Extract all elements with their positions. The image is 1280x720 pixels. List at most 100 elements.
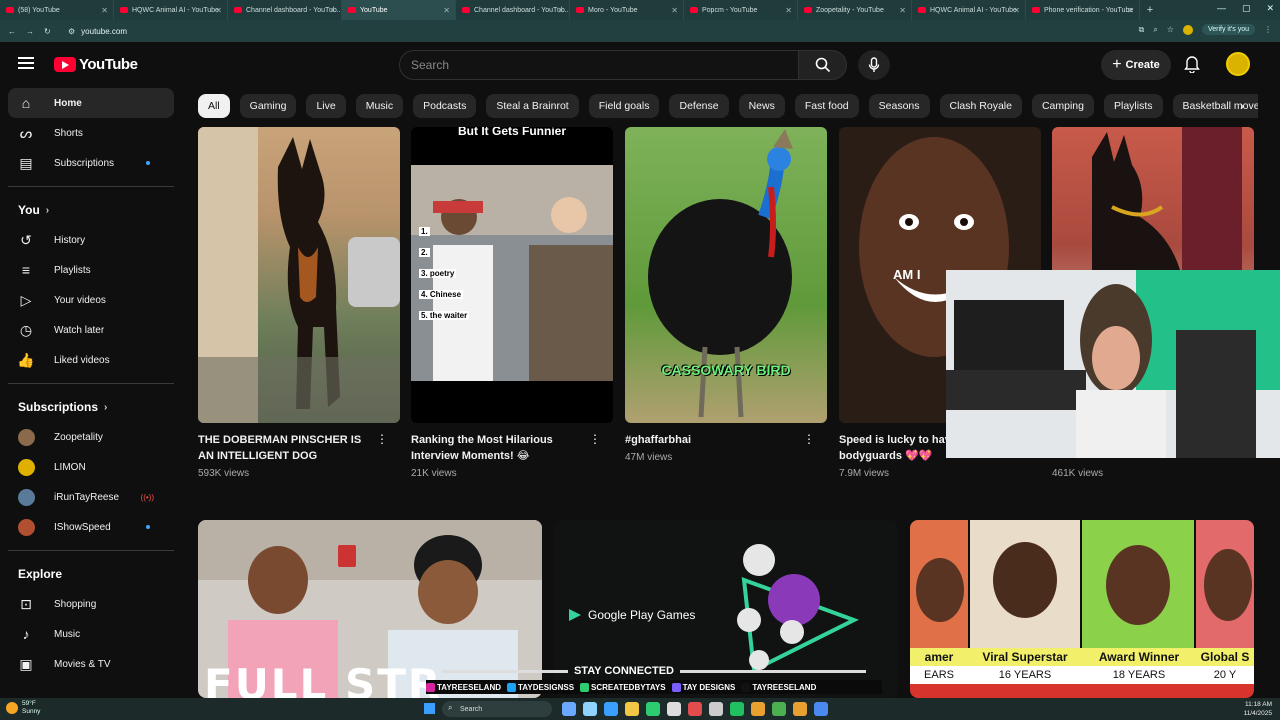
taskbar-app-icon[interactable] xyxy=(793,702,807,716)
zoom-icon[interactable]: ⌕ xyxy=(1153,25,1157,35)
filter-chip[interactable]: Steal a Brainrot xyxy=(486,94,579,118)
video-thumbnail[interactable]: CASSOWARY BIRD xyxy=(625,127,827,423)
video-card[interactable]: But It Gets Funnier 1. 2. 3. poetry 4. Chin… xyxy=(411,127,613,479)
filter-chip[interactable]: Fast food xyxy=(794,94,859,118)
video-title[interactable]: Ranking the Most Hilarious Interview Mom… xyxy=(411,432,591,464)
browser-tab[interactable]: Moro - YouTube ✕ xyxy=(570,0,684,20)
browser-menu-icon[interactable]: ⋮ xyxy=(1264,25,1272,34)
browser-tab[interactable]: HQWC Animal AI - YouTube ✕ xyxy=(114,0,228,20)
account-avatar[interactable] xyxy=(1226,52,1250,76)
sidebar-item-limon[interactable]: LIMON xyxy=(8,452,174,482)
taskbar-app-icon[interactable] xyxy=(751,702,765,716)
sidebar-item-liked-videos[interactable]: 👍 Liked videos xyxy=(8,345,174,375)
forward-icon[interactable]: → xyxy=(26,27,34,36)
filter-chip[interactable]: Field goals xyxy=(588,94,660,118)
taskbar-app-icon[interactable] xyxy=(730,702,744,716)
taskbar-app-icon[interactable] xyxy=(604,702,618,716)
video-card[interactable]: CASSOWARY BIRD #ghaffarbhai 47M views ⋮ xyxy=(625,127,827,463)
sidebar-item-subscriptions[interactable]: ▤ Subscriptions xyxy=(8,148,174,178)
browser-tab[interactable]: (58) YouTube ✕ xyxy=(0,0,114,20)
notifications-button[interactable] xyxy=(1184,55,1200,78)
filter-chip[interactable]: Playlists xyxy=(1104,94,1163,118)
video-title[interactable]: THE DOBERMAN PINSCHER IS AN INTELLIGENT … xyxy=(198,432,378,464)
video-title[interactable]: #ghaffarbhai xyxy=(625,432,805,448)
filter-chip[interactable]: All xyxy=(198,94,230,118)
browser-tab[interactable]: HQWC Animal AI - YouTube ✕ xyxy=(912,0,1026,20)
filter-chip[interactable]: Gaming xyxy=(239,94,297,118)
filter-chip[interactable]: Podcasts xyxy=(413,94,477,118)
sidebar-item-home[interactable]: ⌂ Home xyxy=(8,88,174,118)
close-window-icon[interactable]: ✕ xyxy=(1266,3,1274,14)
taskbar-app-icon[interactable] xyxy=(583,702,597,716)
system-clock[interactable]: 11:18 AM 11/4/2025 xyxy=(1244,700,1272,718)
video-thumbnail[interactable]: But It Gets Funnier 1. 2. 3. poetry 4. Chin… xyxy=(411,127,613,423)
taskbar-app-icon[interactable] xyxy=(625,702,639,716)
sidebar-item-history[interactable]: ↺ History xyxy=(8,225,174,255)
chip-next-arrow-icon[interactable]: › xyxy=(1240,99,1244,113)
taskbar-app-icon[interactable] xyxy=(772,702,786,716)
filter-chip[interactable]: News xyxy=(738,94,785,118)
new-tab-icon[interactable]: + xyxy=(1140,4,1160,16)
more-options-icon[interactable]: ⋮ xyxy=(376,433,388,445)
more-options-icon[interactable]: ⋮ xyxy=(589,433,601,445)
browser-tab[interactable]: YouTube ✕ xyxy=(342,0,456,20)
weather-widget[interactable]: 59°F Sunny xyxy=(6,700,40,716)
sidebar-item-your-videos[interactable]: ▷ Your videos xyxy=(8,285,174,315)
filter-chip[interactable]: Seasons xyxy=(868,94,930,118)
taskbar-app-icon[interactable] xyxy=(562,702,576,716)
profile-icon[interactable] xyxy=(1182,24,1193,35)
close-tab-icon[interactable]: ✕ xyxy=(1013,6,1020,15)
search-button[interactable] xyxy=(799,50,847,80)
url-field[interactable]: youtube.com xyxy=(81,27,127,36)
close-tab-icon[interactable]: ✕ xyxy=(557,6,564,15)
filter-chip[interactable]: Camping xyxy=(1031,94,1094,118)
close-tab-icon[interactable]: ✕ xyxy=(671,6,678,15)
video-thumbnail[interactable]: amer Viral Superstar Award Winner Global S … xyxy=(910,520,1254,698)
filter-chip[interactable]: Basketball moves xyxy=(1172,94,1258,118)
close-tab-icon[interactable]: ✕ xyxy=(443,6,450,15)
filter-chip[interactable]: Defense xyxy=(669,94,729,118)
more-options-icon[interactable]: ⋮ xyxy=(803,433,815,445)
taskbar-app-icon[interactable] xyxy=(667,702,681,716)
sidebar-item-zoopetality[interactable]: Zoopetality xyxy=(8,422,174,452)
bookmark-star-icon[interactable]: ☆ xyxy=(1167,25,1174,34)
taskbar-app-icon[interactable] xyxy=(646,702,660,716)
voice-search-button[interactable] xyxy=(858,50,890,80)
windows-start-icon[interactable] xyxy=(424,703,435,714)
browser-tab[interactable]: Channel dashboard - YouTub... ✕ xyxy=(228,0,342,20)
video-card[interactable]: THE DOBERMAN PINSCHER IS AN INTELLIGENT … xyxy=(198,127,400,479)
filter-chip[interactable]: Clash Royale xyxy=(939,94,1022,118)
sidebar-item-music[interactable]: ♪ Music xyxy=(8,619,174,649)
verify-button[interactable]: Verify it's you xyxy=(1201,24,1255,35)
back-icon[interactable]: ← xyxy=(8,27,16,36)
close-tab-icon[interactable]: ✕ xyxy=(785,6,792,15)
sidebar-item-movies-tv[interactable]: ▣ Movies & TV xyxy=(8,649,174,679)
close-tab-icon[interactable]: ✕ xyxy=(101,6,108,15)
sidebar-item-shorts[interactable]: ᔕ Shorts xyxy=(8,118,174,148)
sidebar-item-iruntayreese[interactable]: iRunTayReese ((•)) xyxy=(8,482,174,512)
search-input[interactable] xyxy=(399,50,799,80)
hamburger-menu-icon[interactable] xyxy=(18,57,34,69)
sidebar-item-ishowspeed[interactable]: IShowSpeed xyxy=(8,512,174,542)
sidebar-subscriptions-heading[interactable]: Subscriptions › xyxy=(0,392,184,422)
browser-tab[interactable]: Popcm - YouTube ✕ xyxy=(684,0,798,20)
create-button[interactable]: + Create xyxy=(1101,50,1171,80)
filter-chip[interactable]: Music xyxy=(355,94,404,118)
close-tab-icon[interactable]: ✕ xyxy=(1127,6,1134,15)
browser-tab[interactable]: Phone verification - YouTube ✕ xyxy=(1026,0,1140,20)
sidebar-you-heading[interactable]: You › xyxy=(0,195,184,225)
taskbar-search[interactable]: ⌕ Search xyxy=(442,701,552,717)
taskbar-app-icon[interactable] xyxy=(688,702,702,716)
sidebar-item-playlists[interactable]: ≡ Playlists xyxy=(8,255,174,285)
youtube-logo[interactable]: YouTube xyxy=(54,56,138,73)
browser-tab[interactable]: Channel dashboard - YouTub... ✕ xyxy=(456,0,570,20)
taskbar-app-icon[interactable] xyxy=(709,702,723,716)
close-tab-icon[interactable]: ✕ xyxy=(215,6,222,15)
browser-tab[interactable]: Zoopetality - YouTube ✕ xyxy=(798,0,912,20)
sidebar-item-shopping[interactable]: ⊡ Shopping xyxy=(8,589,174,619)
taskbar-app-icon[interactable] xyxy=(814,702,828,716)
video-thumbnail[interactable] xyxy=(198,127,400,423)
close-tab-icon[interactable]: ✕ xyxy=(899,6,906,15)
filter-chip[interactable]: Live xyxy=(306,94,346,118)
close-tab-icon[interactable]: ✕ xyxy=(329,6,336,15)
